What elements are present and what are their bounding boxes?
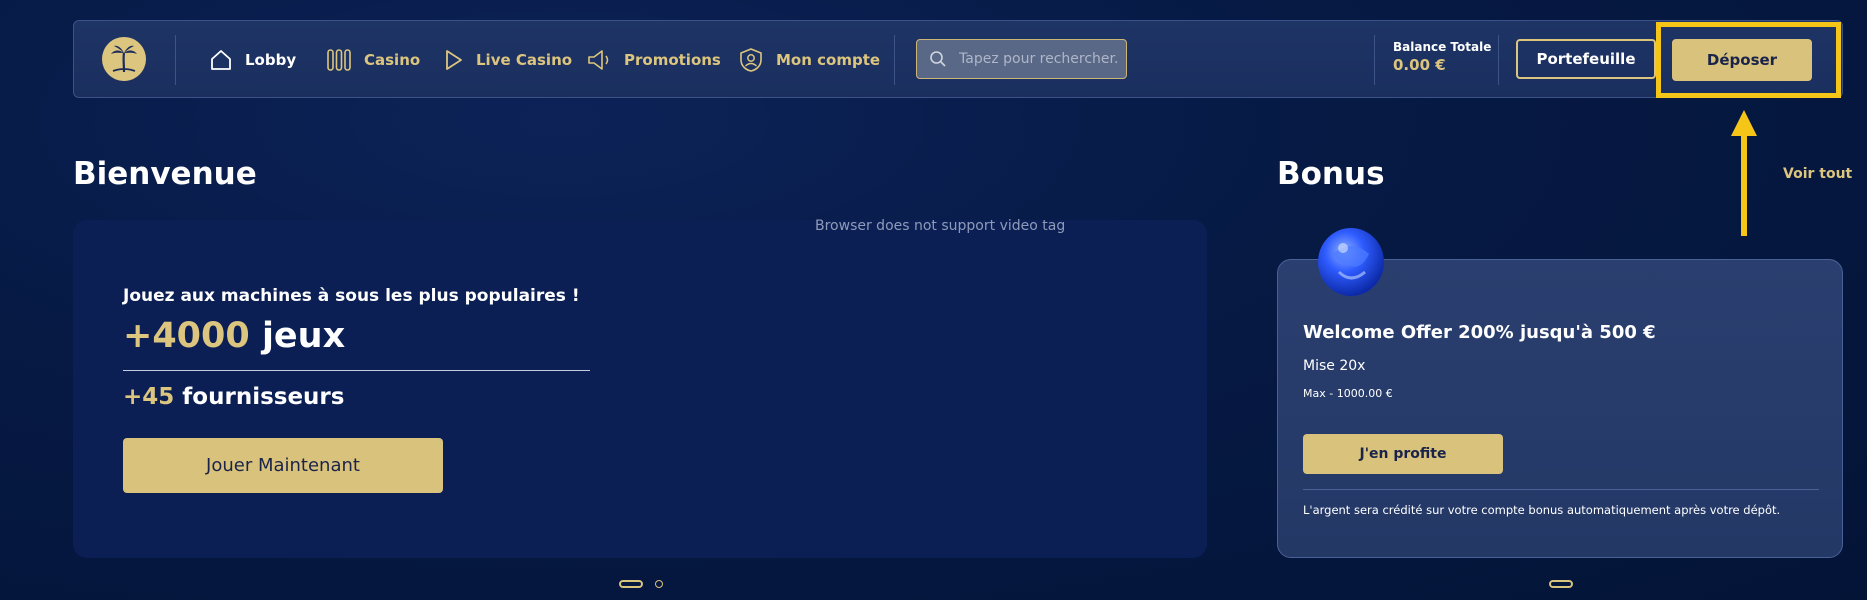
- bonus-title: Bonus: [1277, 156, 1385, 192]
- play-icon: [446, 50, 462, 70]
- nav-divider: [175, 35, 176, 85]
- bonus-wager: Mise 20x: [1303, 358, 1366, 374]
- welcome-title: Bienvenue: [73, 156, 257, 192]
- top-navbar: Lobby Casino Live Casino Promotions Mon …: [73, 20, 1843, 98]
- nav-item-label: Promotions: [624, 51, 721, 69]
- hero-divider: [123, 370, 590, 371]
- nav-item-mon-compte[interactable]: Mon compte: [738, 21, 880, 99]
- deposit-button[interactable]: Déposer: [1672, 39, 1812, 81]
- games-count-word: jeux: [261, 316, 346, 356]
- palm-logo-icon[interactable]: [102, 37, 146, 81]
- video-unsupported-note: Browser does not support video tag: [815, 218, 1066, 234]
- bonus-carousel-dots: [1549, 580, 1573, 588]
- bonus-divider: [1303, 489, 1819, 490]
- balance-label: Balance Totale: [1393, 40, 1492, 54]
- nav-item-label: Casino: [364, 51, 421, 69]
- nav-item-label: Lobby: [245, 51, 297, 69]
- bonus-max: Max - 1000.00 €: [1303, 387, 1393, 400]
- providers-count-number: +45: [123, 384, 175, 410]
- play-now-button[interactable]: Jouer Maintenant: [123, 438, 443, 493]
- nav-item-label: Live Casino: [476, 51, 573, 69]
- blue-gem-icon: [1318, 228, 1384, 296]
- nav-item-lobby[interactable]: Lobby: [190, 21, 302, 99]
- hero-tagline: Jouez aux machines à sous les plus popul…: [123, 286, 580, 306]
- balance-block: Balance Totale 0.00 €: [1393, 40, 1491, 74]
- games-count-number: +4000: [123, 316, 250, 356]
- slots-icon: [327, 49, 351, 71]
- hero-carousel-dots: [619, 580, 663, 588]
- search-icon: [930, 51, 946, 67]
- games-count: +4000 jeux: [123, 316, 345, 356]
- wallet-button[interactable]: Portefeuille: [1516, 39, 1656, 79]
- carousel-dot[interactable]: [655, 580, 663, 588]
- nav-divider: [894, 35, 895, 85]
- balance-value: 0.00 €: [1393, 56, 1446, 74]
- nav-item-casino[interactable]: Casino: [326, 21, 420, 99]
- claim-bonus-button[interactable]: J'en profite: [1303, 434, 1503, 474]
- search-input[interactable]: [959, 51, 1119, 67]
- hero-banner: Jouez aux machines à sous les plus popul…: [73, 220, 1207, 558]
- nav-divider: [1374, 35, 1375, 85]
- nav-item-promotions[interactable]: Promotions: [586, 21, 721, 99]
- nav-divider: [1498, 35, 1499, 85]
- bonus-note: L'argent sera crédité sur votre compte b…: [1303, 503, 1781, 517]
- nav-item-live-casino[interactable]: Live Casino: [444, 21, 572, 99]
- up-arrow-icon: [1731, 110, 1757, 236]
- bonus-card: Welcome Offer 200% jusqu'à 500 € Mise 20…: [1277, 259, 1843, 558]
- providers-count-word: fournisseurs: [182, 384, 345, 410]
- search-box[interactable]: [916, 39, 1127, 79]
- see-all-link[interactable]: Voir tout: [1783, 166, 1852, 182]
- home-icon: [211, 50, 231, 70]
- providers-count: +45 fournisseurs: [123, 384, 344, 410]
- user-shield-icon: [740, 48, 762, 72]
- nav-item-label: Mon compte: [776, 51, 881, 69]
- bonus-offer-title: Welcome Offer 200% jusqu'à 500 €: [1303, 322, 1656, 343]
- carousel-dot-active[interactable]: [619, 580, 643, 588]
- carousel-dot-active[interactable]: [1549, 580, 1573, 588]
- megaphone-icon: [588, 50, 609, 70]
